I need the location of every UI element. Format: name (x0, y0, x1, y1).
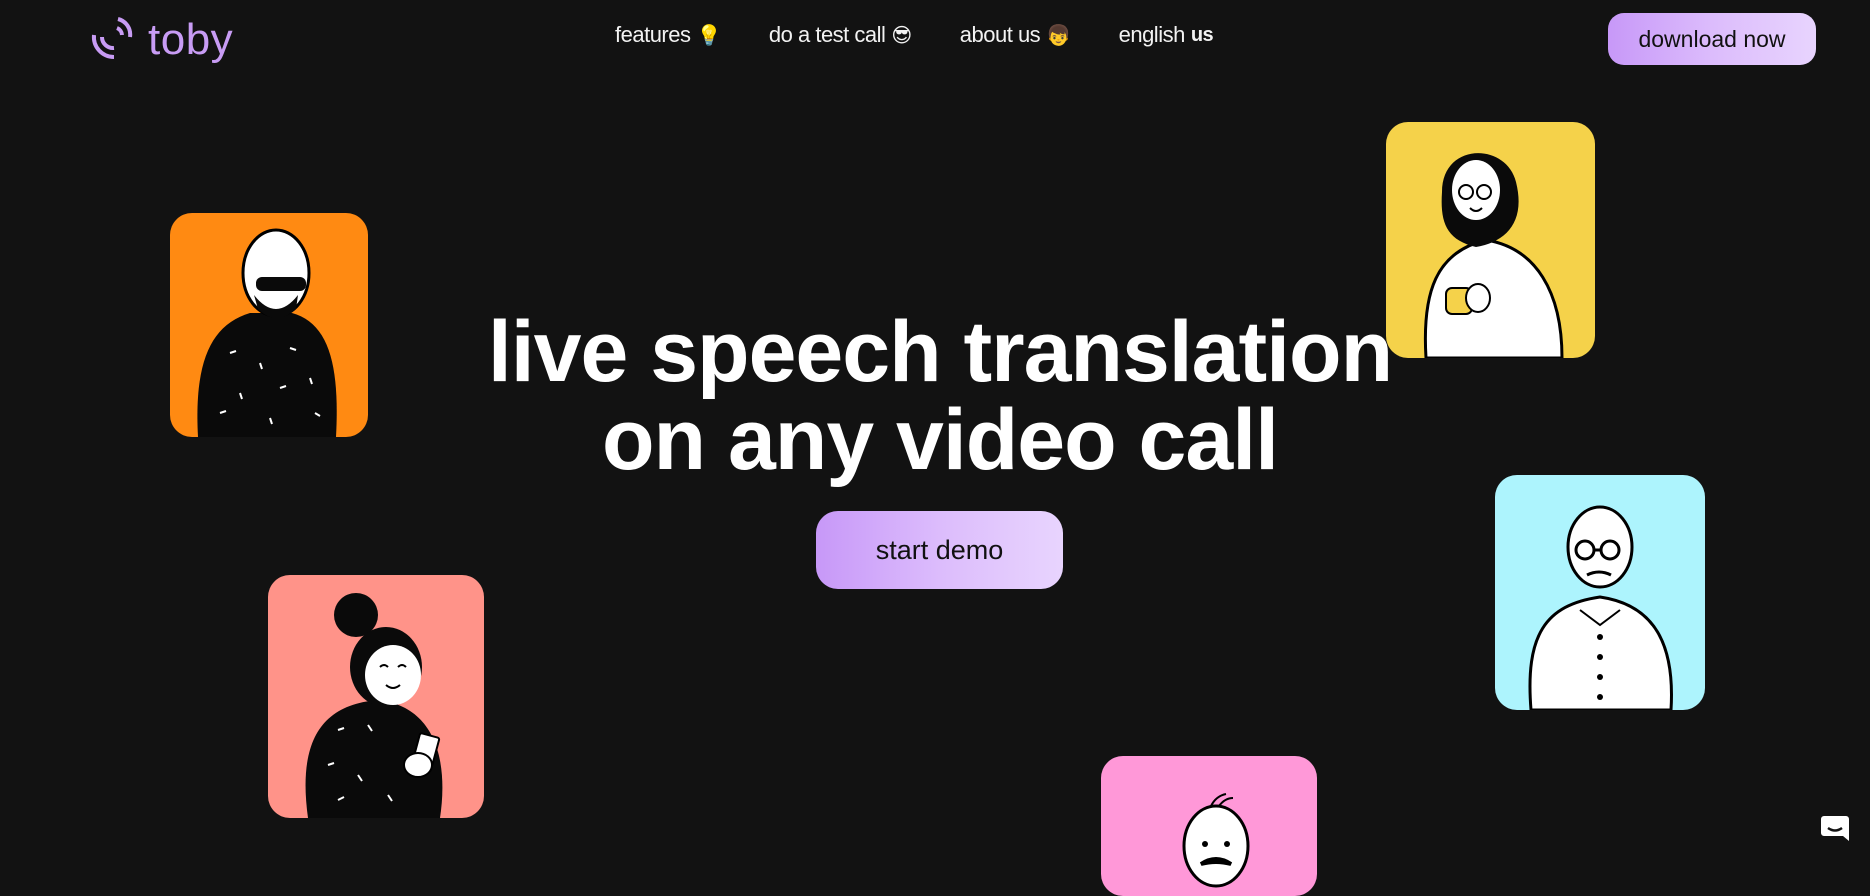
headline-line-1: live speech translation (487, 304, 1393, 400)
nav-features[interactable]: features 💡 (615, 22, 721, 48)
chat-widget-button[interactable] (1818, 810, 1852, 844)
person-bald-illustration (1528, 505, 1673, 710)
card-person-bald (1495, 475, 1705, 710)
main-nav: features 💡 do a test call 😎 about us 👦 e… (615, 22, 1214, 48)
sound-waves-icon (90, 15, 136, 66)
nav-test-call-label: do a test call (768, 22, 886, 47)
hero-headline: live speech translation on any video cal… (0, 308, 1870, 484)
nav-about-us[interactable]: about us 👦 (960, 22, 1071, 48)
person-bun-illustration (305, 593, 443, 818)
download-button[interactable]: download now (1608, 13, 1816, 65)
person-mustache-illustration (1182, 793, 1250, 888)
language-label: english (1118, 22, 1186, 47)
boy-face-icon: 👦 (1046, 24, 1071, 47)
nav-test-call[interactable]: do a test call 😎 (769, 22, 912, 48)
lightbulb-icon: 💡 (696, 24, 722, 47)
language-selector[interactable]: english us (1119, 22, 1214, 48)
nav-features-label: features (615, 22, 691, 47)
sunglasses-face-icon: 😎 (891, 24, 912, 47)
us-flag-icon: us (1190, 23, 1214, 46)
start-demo-button[interactable]: start demo (816, 511, 1063, 589)
card-person-mustache (1101, 756, 1317, 896)
headline-line-2: on any video call (602, 392, 1279, 488)
nav-about-us-label: about us (959, 22, 1041, 47)
card-person-bun (268, 575, 484, 818)
brand-name: toby (148, 15, 234, 64)
chat-bubble-icon (1821, 816, 1849, 841)
brand-logo[interactable]: toby (90, 14, 233, 66)
